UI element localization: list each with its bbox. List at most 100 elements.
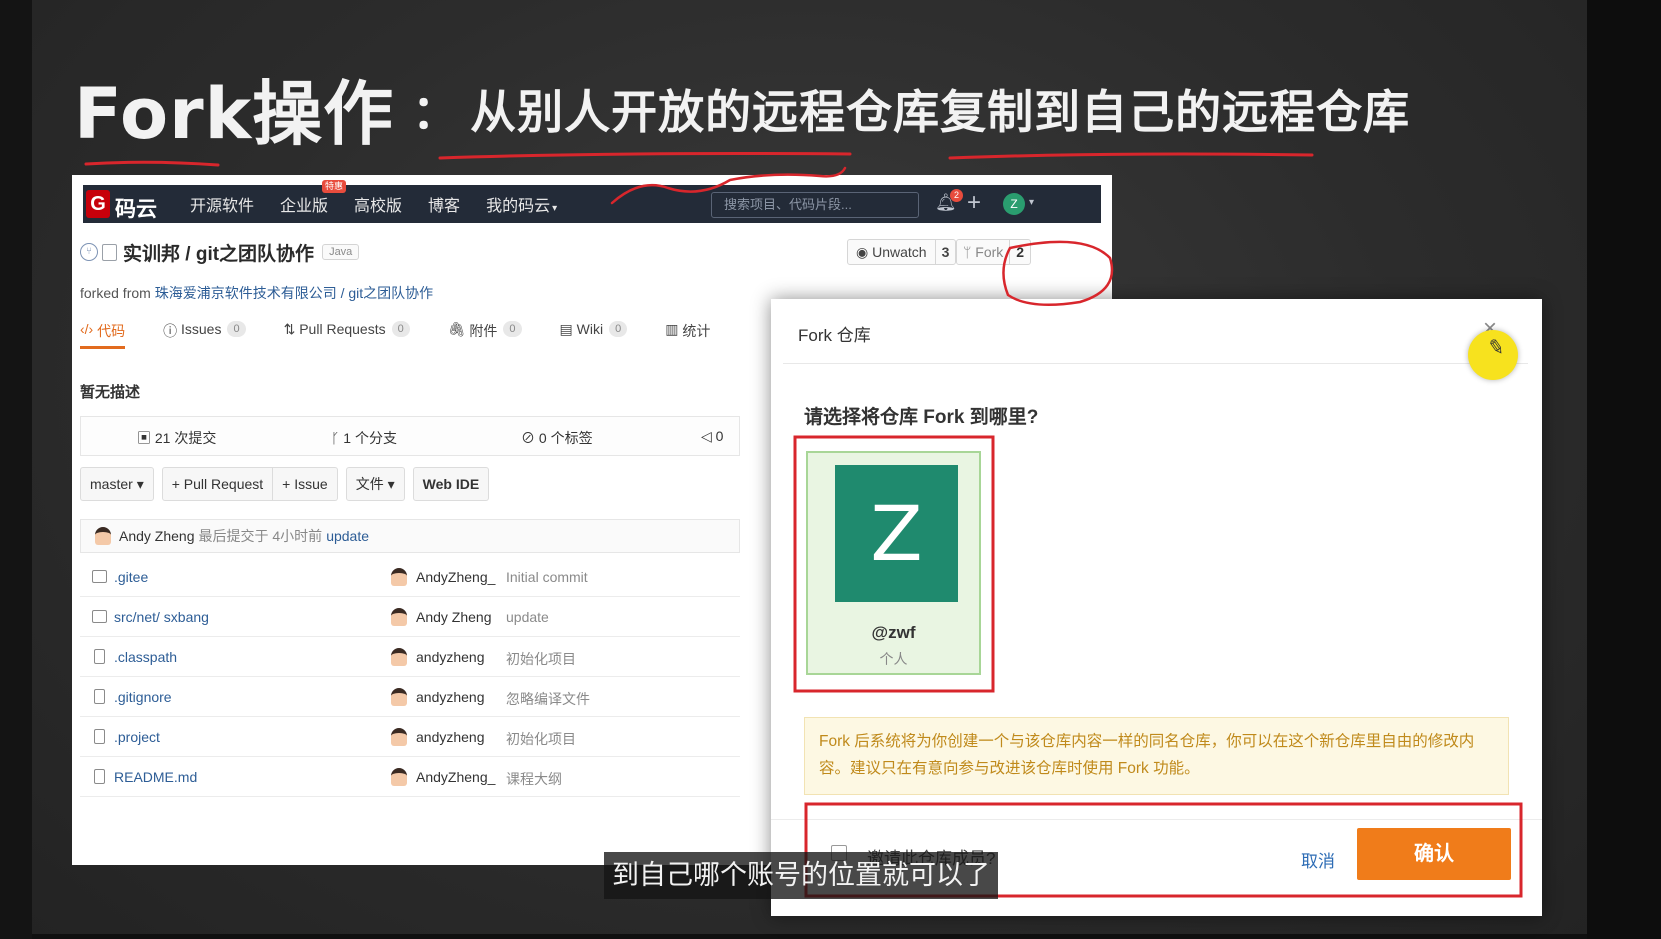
branch-select[interactable]: master ▾ xyxy=(80,467,154,501)
dialog-question: 请选择将仓库 Fork 到哪里? xyxy=(804,407,1039,428)
tab-code[interactable]: ‹/› 代码 xyxy=(80,317,126,349)
commit-meta: 最后提交于 4小时前 xyxy=(198,528,323,544)
avatar xyxy=(391,608,407,626)
cancel-button[interactable]: 取消 xyxy=(1301,847,1335,872)
file-name[interactable]: .classpath xyxy=(114,649,177,665)
tab-issues[interactable]: ⓘ Issues 0 xyxy=(163,317,246,353)
fork-dialog: Fork 仓库 × 请选择将仓库 Fork 到哪里? Z @zwf 个人 For… xyxy=(771,299,1542,916)
tab-attachments-label: 附件 xyxy=(469,323,498,339)
chevron-down-icon: ▾ xyxy=(552,203,558,214)
file-author[interactable]: AndyZheng_ xyxy=(416,569,495,585)
lock-icon xyxy=(102,243,117,261)
fork-count: 2 xyxy=(1016,244,1025,260)
file-author[interactable]: andyzheng xyxy=(416,729,485,745)
file-row: src/net/ sxbang Andy Zheng update xyxy=(80,597,740,637)
file-icon xyxy=(94,729,105,744)
file-commit-message[interactable]: 课程大纲 xyxy=(506,769,562,789)
releases-stat[interactable]: ◁ 0 xyxy=(701,428,723,445)
file-icon xyxy=(94,689,105,704)
gitee-logo-text[interactable]: 码云 xyxy=(115,193,157,223)
commits-count: 21 次提交 xyxy=(154,430,217,446)
commits-stat[interactable]: ▣ 21 次提交 xyxy=(137,428,216,448)
commit-icon: ▣ xyxy=(137,430,155,446)
nav-link-my-gitee[interactable]: 我的码云 ▾ xyxy=(486,192,557,216)
tab-wiki[interactable]: ▤ Wiki 0 xyxy=(560,317,628,353)
branch-select-label: master xyxy=(90,476,133,492)
plus-icon[interactable]: + xyxy=(967,189,981,217)
tab-code-label: 代码 xyxy=(97,323,126,339)
account-option-card[interactable]: Z @zwf 个人 xyxy=(806,451,981,675)
nav-link-my-gitee-label: 我的码云 xyxy=(486,198,551,215)
file-name[interactable]: .gitignore xyxy=(114,689,172,705)
files-dropdown-label: 文件 xyxy=(355,476,384,492)
file-name[interactable]: src/net/ sxbang xyxy=(114,609,209,625)
new-issue-button[interactable]: + Issue xyxy=(273,467,338,501)
chevron-down-icon[interactable]: ▾ xyxy=(1029,197,1034,208)
dialog-divider xyxy=(783,363,1528,364)
file-list: .gitee AndyZheng_ Initial commit src/net… xyxy=(80,557,740,797)
file-commit-message[interactable]: 初始化项目 xyxy=(506,729,576,749)
file-name[interactable]: .project xyxy=(114,729,160,745)
file-commit-message[interactable]: update xyxy=(506,609,549,625)
file-row: .classpath andyzheng 初始化项目 xyxy=(80,637,740,677)
nav-link-enterprise[interactable]: 企业版 特惠 xyxy=(280,180,347,216)
gitee-logo-icon[interactable]: G xyxy=(86,190,110,218)
nav-link-university[interactable]: 高校版 xyxy=(354,192,402,216)
eye-icon: ◉ xyxy=(856,244,873,260)
folder-icon xyxy=(92,610,107,623)
tags-stat[interactable]: ⊘ 0 个标签 xyxy=(521,428,593,448)
file-commit-message[interactable]: 忽略编译文件 xyxy=(506,689,590,709)
tags-count: 0 个标签 xyxy=(538,430,593,446)
avatar xyxy=(391,568,407,586)
tab-issues-count: 0 xyxy=(227,321,246,337)
file-row: .gitignore andyzheng 忽略编译文件 xyxy=(80,677,740,717)
tab-wiki-label: Wiki xyxy=(576,321,604,337)
new-pull-request-button[interactable]: + Pull Request xyxy=(161,467,274,501)
notification-badge: 2 xyxy=(950,189,963,202)
file-commit-message[interactable]: 初始化项目 xyxy=(506,649,576,669)
repo-icon: ⑂ xyxy=(80,243,98,261)
file-row: README.md AndyZheng_ 课程大纲 xyxy=(80,757,740,797)
unwatch-button[interactable]: ◉ Unwatch 3 xyxy=(847,239,957,265)
slide-title-sub: 从别人开放的远程仓库复制到自己的远程仓库 xyxy=(470,85,1411,139)
tab-pull-requests[interactable]: ⇅ Pull Requests 0 xyxy=(284,317,410,353)
files-dropdown[interactable]: 文件 ▾ xyxy=(345,467,405,501)
commit-author[interactable]: Andy Zheng xyxy=(119,528,195,544)
repo-tabs: ‹/› 代码 ⓘ Issues 0 ⇅ Pull Requests 0 🖇︎ 附件 0… xyxy=(80,317,748,353)
repo-path[interactable]: 实训邦 / git之团队协作 xyxy=(123,239,314,266)
tab-attachments[interactable]: 🖇︎ 附件 0 xyxy=(448,317,522,353)
user-avatar[interactable]: Z xyxy=(1003,193,1025,215)
branches-stat[interactable]: ᚴ 1 个分支 xyxy=(331,428,397,448)
file-icon xyxy=(94,769,105,784)
file-author[interactable]: Andy Zheng xyxy=(416,609,492,625)
file-author[interactable]: andyzheng xyxy=(416,689,485,705)
avatar xyxy=(391,688,407,706)
forked-source-link[interactable]: 珠海爱浦京软件技术有限公司 / git之团队协作 xyxy=(155,285,433,301)
search-input[interactable]: 搜索项目、代码片段... xyxy=(711,192,919,218)
top-navigation-bar: G 码云 开源软件 企业版 特惠 高校版 博客 我的码云 ▾ 搜索项目、代码片段..… xyxy=(83,180,1101,223)
video-frame-bottom xyxy=(32,934,1587,939)
tab-pull-requests-count: 0 xyxy=(391,321,410,337)
dialog-footer-divider xyxy=(771,819,1542,820)
avatar xyxy=(95,527,111,545)
last-commit-row: Andy Zheng 最后提交于 4小时前 update xyxy=(80,519,740,553)
tab-attachments-count: 0 xyxy=(503,321,522,337)
releases-count: 0 xyxy=(715,428,724,444)
nav-links: 开源软件 企业版 特惠 高校版 博客 我的码云 ▾ xyxy=(190,180,583,223)
commit-message[interactable]: update xyxy=(326,528,369,544)
file-author[interactable]: andyzheng xyxy=(416,649,485,665)
nav-link-opensource[interactable]: 开源软件 xyxy=(190,192,254,216)
file-name[interactable]: .gitee xyxy=(114,569,148,585)
file-author[interactable]: AndyZheng_ xyxy=(416,769,495,785)
web-ide-button[interactable]: Web IDE xyxy=(412,467,490,501)
account-handle: @zwf xyxy=(871,623,916,642)
tab-stats[interactable]: ▥ 统计 xyxy=(665,317,710,353)
file-name[interactable]: README.md xyxy=(114,769,197,785)
file-commit-message[interactable]: Initial commit xyxy=(506,569,588,585)
account-avatar: Z xyxy=(835,465,958,602)
slide-title-separator: ： xyxy=(412,85,459,139)
video-subtitle: 到自己哪个账号的位置就可以了 xyxy=(604,852,998,899)
nav-link-blog[interactable]: 博客 xyxy=(428,192,460,216)
fork-button[interactable]: ᛘ Fork 2 xyxy=(956,239,1032,265)
confirm-button[interactable]: 确认 xyxy=(1357,828,1511,880)
